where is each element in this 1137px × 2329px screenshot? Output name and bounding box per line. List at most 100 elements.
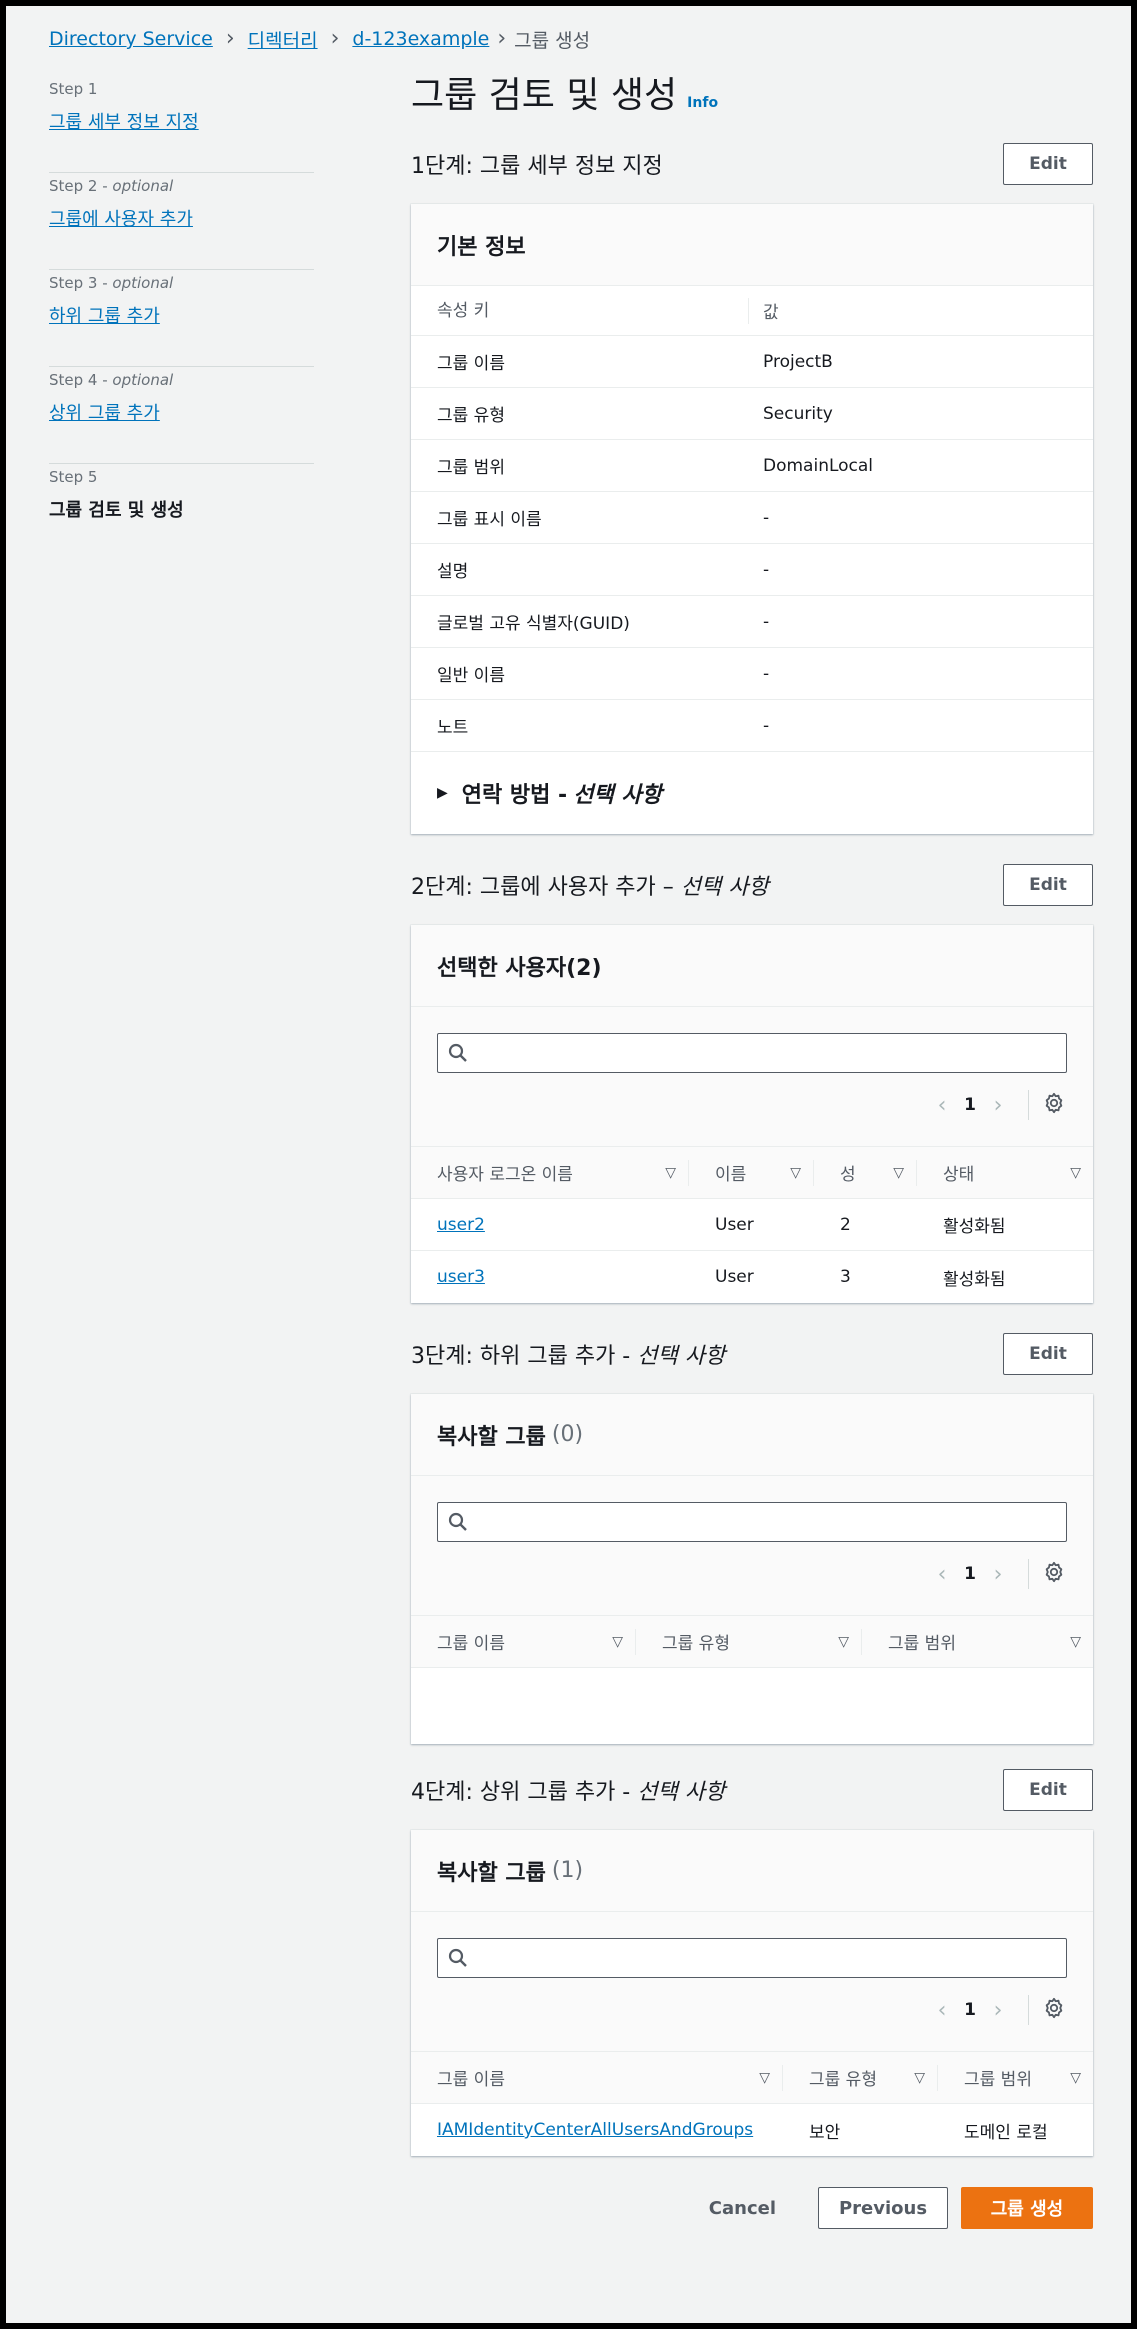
edit-step-4-button[interactable]: Edit [1003, 1769, 1093, 1811]
step-current-review: 그룹 검토 및 생성 [49, 500, 184, 521]
cell-last: 3 [840, 1267, 851, 1287]
card-title: 선택한 사용자(2) [411, 925, 1093, 1007]
breadcrumb-directory-id[interactable]: d-123example [352, 28, 489, 50]
column-header-name[interactable]: 이름 ▽ [689, 1159, 814, 1186]
chevron-left-icon[interactable]: ‹ [924, 1562, 960, 1587]
table-header: 사용자 로그온 이름 ▽ 이름 ▽ 성 ▽ 상태 ▽ [411, 1147, 1093, 1199]
chevron-right-icon[interactable]: › [980, 1998, 1016, 2023]
contact-methods-expander[interactable]: ▶ 연락 방법 - 선택 사항 [411, 752, 1093, 834]
step-4: Step 4 - optional 상위 그룹 추가 [49, 367, 314, 464]
step-label: Step 1 [49, 80, 98, 98]
card-title: 복사할 그룹 (0) [411, 1394, 1093, 1476]
sort-icon: ▽ [1070, 1164, 1081, 1181]
step-link-add-child-groups[interactable]: 하위 그룹 추가 [49, 302, 160, 328]
column-header-group-name[interactable]: 그룹 이름 ▽ [411, 2064, 783, 2091]
chevron-right-icon[interactable]: › [980, 1562, 1016, 1587]
divider [1028, 1559, 1029, 1589]
search-field[interactable] [437, 1033, 1067, 1073]
search-input[interactable] [468, 1939, 1066, 1977]
section-2-header: 2단계: 그룹에 사용자 추가 – 선택 사항 Edit [411, 855, 1093, 915]
selected-users-card: 선택한 사용자(2) ‹ 1 › 사용자 로그온 이름 ▽ 이름 ▽ 성 ▽ 상… [411, 925, 1093, 1303]
column-header-key: 속성 키 [411, 297, 749, 324]
kv-row: 그룹 유형 Security [411, 388, 1093, 440]
table-toolbar: ‹ 1 › [411, 1476, 1093, 1616]
divider [1028, 1090, 1029, 1120]
cell-status: 활성화됨 [943, 1217, 1006, 1237]
gear-icon[interactable] [1041, 1561, 1067, 1587]
edit-step-1-button[interactable]: Edit [1003, 143, 1093, 185]
search-input[interactable] [468, 1503, 1066, 1541]
step-link-group-details[interactable]: 그룹 세부 정보 지정 [49, 108, 199, 134]
cell-name: User [715, 1267, 754, 1287]
column-header-group-scope[interactable]: 그룹 범위 ▽ [938, 2065, 1093, 2091]
section-4-header: 4단계: 상위 그룹 추가 - 선택 사항 Edit [411, 1760, 1093, 1820]
step-3: Step 3 - optional 하위 그룹 추가 [49, 270, 314, 367]
cell-group-type: 보안 [809, 2122, 841, 2143]
previous-button[interactable]: Previous [818, 2187, 948, 2229]
breadcrumb-directories[interactable]: 디렉터리 [248, 26, 318, 53]
edit-step-2-button[interactable]: Edit [1003, 864, 1093, 906]
kv-row: 그룹 이름 ProjectB [411, 336, 1093, 388]
column-header-logon[interactable]: 사용자 로그온 이름 ▽ [411, 1159, 689, 1186]
chevron-left-icon[interactable]: ‹ [924, 1998, 960, 2023]
page-number[interactable]: 1 [960, 1564, 980, 1584]
kv-key: 그룹 표시 이름 [437, 510, 542, 530]
column-header-value: 값 [763, 303, 779, 323]
info-link[interactable]: Info [687, 95, 718, 111]
breadcrumb-current: 그룹 생성 [514, 29, 591, 52]
kv-value: - [763, 507, 770, 528]
create-group-button[interactable]: 그룹 생성 [961, 2187, 1093, 2229]
sort-icon: ▽ [790, 1164, 801, 1181]
section-4-title: 4단계: 상위 그룹 추가 - 선택 사항 [411, 1780, 726, 1805]
user-link[interactable]: user2 [437, 1215, 485, 1235]
kv-key: 노트 [437, 718, 469, 738]
search-input[interactable] [468, 1034, 1066, 1072]
column-header-last[interactable]: 성 ▽ [814, 1159, 917, 1186]
kv-value: - [763, 715, 770, 736]
search-icon [448, 1948, 467, 1967]
user-link[interactable]: user3 [437, 1267, 485, 1287]
table-row: user2 User 2 활성화됨 [411, 1199, 1093, 1251]
table-header: 그룹 이름 ▽ 그룹 유형 ▽ 그룹 범위 ▽ [411, 2052, 1093, 2104]
column-header-group-scope[interactable]: 그룹 범위 ▽ [862, 1629, 1093, 1655]
wizard-actions: Cancel Previous 그룹 생성 [411, 2187, 1093, 2229]
page-number[interactable]: 1 [960, 2000, 980, 2020]
gear-icon[interactable] [1041, 1092, 1067, 1118]
kv-value: - [763, 663, 770, 684]
sort-icon: ▽ [893, 1164, 904, 1181]
sort-icon: ▽ [1070, 2069, 1081, 2086]
parent-groups-card: 복사할 그룹 (1) ‹ 1 › 그룹 이름 ▽ 그룹 유형 ▽ 그룹 범위 ▽… [411, 1830, 1093, 2156]
kv-key: 그룹 이름 [437, 354, 505, 374]
column-header-group-name[interactable]: 그룹 이름 ▽ [411, 1628, 636, 1655]
step-link-add-users[interactable]: 그룹에 사용자 추가 [49, 205, 193, 231]
page-number[interactable]: 1 [960, 1095, 980, 1115]
edit-step-3-button[interactable]: Edit [1003, 1333, 1093, 1375]
column-header-status[interactable]: 상태 ▽ [917, 1160, 1093, 1186]
pagination: ‹ 1 › [437, 1088, 1067, 1122]
step-link-add-parent-groups[interactable]: 상위 그룹 추가 [49, 399, 160, 425]
kv-header: 속성 키 값 [411, 286, 1093, 336]
page-title: 그룹 검토 및 생성 Info [411, 75, 719, 116]
expander-optional: 선택 사항 [573, 783, 662, 808]
chevron-left-icon[interactable]: ‹ [924, 1093, 960, 1118]
search-field[interactable] [437, 1938, 1067, 1978]
kv-row: 설명 - [411, 544, 1093, 596]
column-header-group-type[interactable]: 그룹 유형 ▽ [783, 2064, 938, 2091]
group-link[interactable]: IAMIdentityCenterAllUsersAndGroups [437, 2120, 753, 2140]
table-toolbar: ‹ 1 › [411, 1912, 1093, 2052]
search-field[interactable] [437, 1502, 1067, 1542]
step-1: Step 1 그룹 세부 정보 지정 [49, 76, 314, 173]
column-header-group-type[interactable]: 그룹 유형 ▽ [636, 1628, 862, 1655]
gear-icon[interactable] [1041, 1997, 1067, 2023]
page-frame: Directory Service › 디렉터리 › d-123example … [6, 6, 1131, 2323]
breadcrumb-directory-service[interactable]: Directory Service [49, 28, 213, 50]
kv-key: 일반 이름 [437, 666, 505, 686]
cancel-button[interactable]: Cancel [709, 2198, 776, 2219]
pagination: ‹ 1 › [437, 1557, 1067, 1591]
step-label: Step 5 [49, 468, 98, 486]
card-title: 복사할 그룹 (1) [411, 1830, 1093, 1912]
kv-row: 그룹 표시 이름 - [411, 492, 1093, 544]
chevron-right-icon[interactable]: › [980, 1093, 1016, 1118]
kv-key: 설명 [437, 562, 469, 582]
sort-icon: ▽ [665, 1164, 676, 1181]
